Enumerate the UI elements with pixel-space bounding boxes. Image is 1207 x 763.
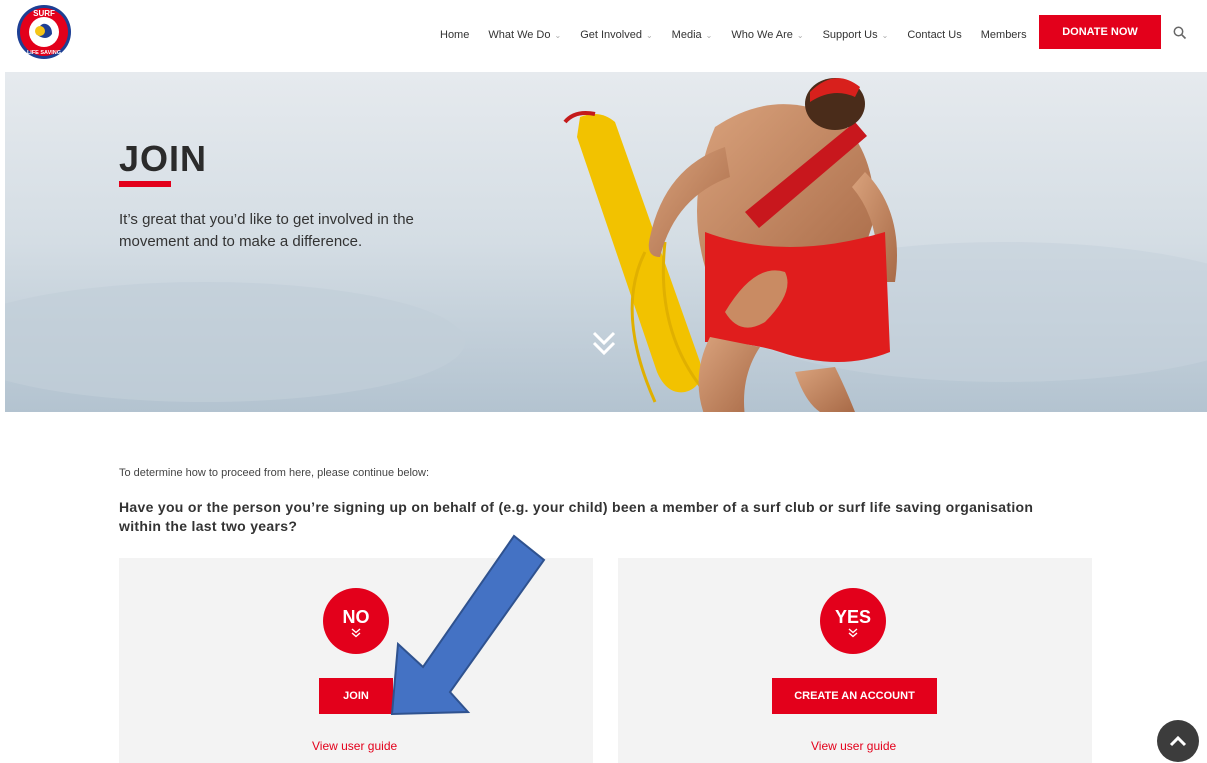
hero-description: It’s great that you’d like to get involv… <box>119 211 414 250</box>
donate-now-button[interactable]: DONATE NOW <box>1039 15 1161 49</box>
search-icon[interactable] <box>1173 26 1187 40</box>
chevron-down-icon: ⌄ <box>881 30 889 40</box>
nav-item-support-us[interactable]: Support Us ⌄ <box>823 29 889 41</box>
card-yes: YES CREATE AN ACCOUNT View user guide <box>618 558 1092 763</box>
no-badge: NO <box>323 588 389 654</box>
annotation-arrow <box>390 534 546 716</box>
logo-bottom-text: LIFE SAVING <box>27 50 61 56</box>
intro-text: To determine how to proceed from here, p… <box>119 467 430 479</box>
chevron-down-icon: ⌄ <box>554 30 562 40</box>
yes-badge: YES <box>820 588 886 654</box>
double-chevron-down-icon[interactable] <box>591 328 617 358</box>
chevron-up-icon <box>1169 735 1187 747</box>
logo-top-text: SURF <box>33 9 55 18</box>
hero-banner: JOIN It’s great that you’d like to get i… <box>5 72 1207 412</box>
double-chevron-down-icon <box>848 628 858 638</box>
page-title: JOIN <box>119 138 208 179</box>
chevron-down-icon: ⌄ <box>705 30 713 40</box>
nav-item-what-we-do[interactable]: What We Do ⌄ <box>488 29 561 41</box>
chevron-down-icon: ⌄ <box>645 30 653 40</box>
view-user-guide-link[interactable]: View user guide <box>811 739 896 753</box>
nav-item-get-involved[interactable]: Get Involved ⌄ <box>580 29 652 41</box>
site-header: SURF LIFE SAVING Home What We Do ⌄ Get In… <box>0 0 1207 72</box>
membership-question: Have you or the person you’re signing up… <box>119 499 1034 534</box>
title-underline <box>119 181 171 187</box>
nav-item-who-we-are[interactable]: Who We Are ⌄ <box>731 29 803 41</box>
back-to-top-button[interactable] <box>1157 720 1199 762</box>
surf-life-saving-logo[interactable]: SURF LIFE SAVING <box>16 4 72 60</box>
no-badge-label: NO <box>342 607 370 627</box>
create-account-button[interactable]: CREATE AN ACCOUNT <box>772 678 937 714</box>
chevron-down-icon: ⌄ <box>796 30 804 40</box>
view-user-guide-link[interactable]: View user guide <box>312 739 397 753</box>
nav-item-members[interactable]: Members <box>981 29 1027 41</box>
main-nav: Home What We Do ⌄ Get Involved ⌄ Media ⌄ Wh… <box>440 0 1046 70</box>
nav-item-contact-us[interactable]: Contact Us <box>907 29 961 41</box>
join-button[interactable]: JOIN <box>319 678 393 714</box>
yes-badge-label: YES <box>834 607 872 627</box>
nav-item-home[interactable]: Home <box>440 29 469 41</box>
double-chevron-down-icon <box>351 628 361 638</box>
nav-item-media[interactable]: Media ⌄ <box>672 29 713 41</box>
